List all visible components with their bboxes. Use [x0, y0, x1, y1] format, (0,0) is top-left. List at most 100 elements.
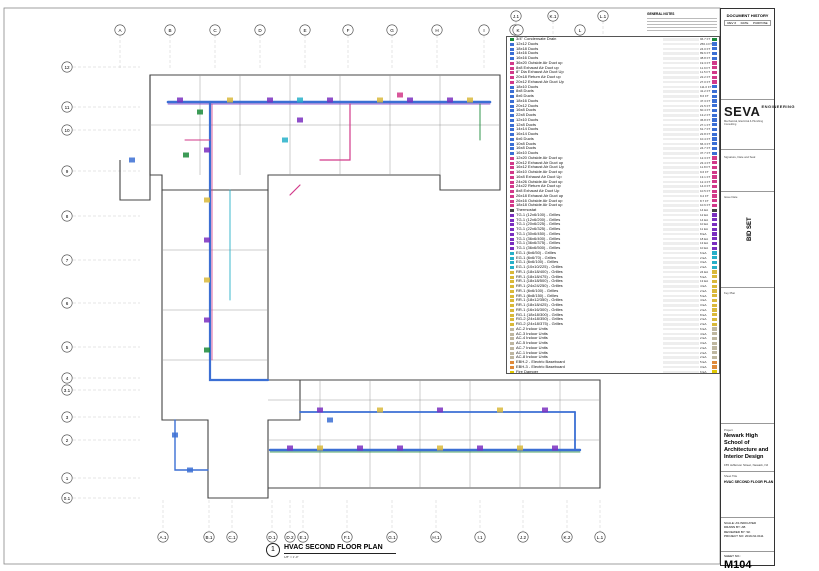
- grid-top-label: K.1: [550, 14, 557, 19]
- company-logo: SEVAENGINEERING: [724, 104, 795, 119]
- hvac-device-marker: [267, 97, 273, 103]
- grid-top-label: G: [390, 28, 394, 33]
- grid-row-label: 7: [66, 258, 69, 263]
- legend-swatch: [510, 308, 514, 312]
- hvac-device-marker: [477, 445, 483, 451]
- project-label: Project: [724, 428, 733, 432]
- hvac-device-marker: [377, 97, 383, 103]
- legend-swatch: [510, 61, 514, 65]
- project-address: 155 Jefferson Street, Newark, NJ: [724, 463, 769, 467]
- legend-swatch: [510, 280, 514, 284]
- grid-row-label: 3.1: [64, 388, 71, 393]
- grid-bottom-label: B.1: [206, 535, 213, 540]
- sheet-title: HVAC SECOND FLOOR PLAN: [724, 480, 774, 484]
- legend-swatch: [510, 337, 514, 341]
- hvac-device-marker: [552, 445, 558, 451]
- hvac-device-marker: [397, 445, 403, 451]
- grid-top-label: I: [483, 28, 484, 33]
- legend-swatch: [510, 318, 514, 322]
- legend-swatch: [510, 199, 514, 203]
- legend-swatch: [510, 171, 514, 174]
- issue-date-label: Issue Date: [724, 195, 738, 199]
- quantity-legend: 3/4" Condensate Drain 96.7 FT 12x12 Ducts 2…: [506, 36, 720, 374]
- hvac-device-marker: [197, 109, 203, 115]
- legend-swatch: [510, 356, 514, 360]
- hvac-device-marker: [204, 147, 210, 153]
- sheet-meta: SCALE: AS INDICATED DRAWN BY: AB REVIEWE…: [724, 521, 764, 539]
- legend-swatch: [510, 299, 514, 303]
- legend-row: Fire Damper 6 EA: [507, 369, 719, 373]
- legend-swatch: [510, 351, 514, 355]
- hvac-device-marker: [282, 137, 288, 143]
- hvac-device-marker: [287, 445, 293, 451]
- hvac-device-marker: [497, 407, 503, 413]
- legend-swatch: [510, 247, 514, 250]
- legend-swatch: [510, 256, 514, 260]
- hvac-device-marker: [172, 432, 178, 438]
- grid-top-label: L: [579, 28, 582, 33]
- legend-swatch: [510, 99, 514, 103]
- legend-swatch: [510, 313, 514, 317]
- hvac-device-marker: [437, 445, 443, 451]
- hvac-device-marker: [447, 97, 453, 103]
- legend-swatch: [510, 251, 514, 255]
- hvac-device-marker: [327, 417, 333, 423]
- grid-row-label: 3: [66, 415, 69, 420]
- legend-swatch: [510, 194, 514, 198]
- hvac-device-marker: [357, 445, 363, 451]
- legend-swatch: [510, 275, 514, 279]
- legend-swatch: [510, 228, 514, 231]
- legend-swatch: [510, 218, 514, 222]
- legend-swatch: [510, 147, 514, 151]
- legend-swatch: [510, 204, 514, 208]
- grid-bottom-label: D.2: [286, 535, 294, 540]
- grid-row-label: 1: [66, 476, 69, 481]
- grid-row-label: 0.1: [64, 496, 71, 501]
- grid-bottom-label: L.1: [597, 535, 604, 540]
- company-tagline: Mechanical, Electrical & Plumbing Consul…: [724, 120, 764, 126]
- legend-swatch: [510, 109, 514, 113]
- legend-swatch: [510, 185, 514, 189]
- legend-swatch: [510, 323, 514, 326]
- legend-swatch: [510, 261, 514, 265]
- legend-swatch: [510, 52, 514, 56]
- legend-swatch: [510, 137, 514, 141]
- legend-swatch: [510, 213, 514, 217]
- grid-top-label: H: [435, 28, 438, 33]
- document-history-title: DOCUMENT HISTORY: [726, 13, 769, 18]
- hist-col-purpose: PURPOSE: [753, 21, 768, 25]
- grid-bottom-label: K.2: [564, 535, 571, 540]
- hvac-device-marker: [297, 117, 303, 123]
- grid-row-label: 8: [66, 214, 69, 219]
- legend-swatch: [510, 285, 514, 288]
- document-history-columns: REV # DATE PURPOSE: [724, 20, 771, 26]
- grid-top-label: E: [303, 28, 306, 33]
- legend-swatch: [510, 237, 514, 241]
- legend-swatch: [510, 365, 514, 369]
- grid-top-label: J.1: [513, 14, 520, 19]
- hvac-device-marker: [297, 97, 303, 103]
- grid-top-label: F: [347, 28, 350, 33]
- grid-row-label: 6: [66, 301, 69, 306]
- legend-swatch: [510, 57, 514, 60]
- legend-swatch: [510, 332, 514, 336]
- hvac-device-marker: [204, 237, 210, 243]
- plan-title: HVAC SECOND FLOOR PLAN: [284, 544, 383, 551]
- grid-row-label: 5: [66, 345, 69, 350]
- hvac-devices: [129, 92, 558, 473]
- legend-swatch: [510, 190, 514, 193]
- hvac-device-marker: [183, 152, 189, 158]
- legend-swatch: [510, 118, 514, 122]
- plan-number-bubble: 1: [266, 543, 280, 557]
- project-number-line: PROJECT NO: 2019-NJ-0111: [724, 534, 764, 539]
- hvac-device-marker: [517, 445, 523, 451]
- grid-bottom-label: C.1: [228, 535, 236, 540]
- legend-swatch: [510, 209, 514, 212]
- hist-col-date: DATE: [740, 21, 749, 25]
- legend-swatch: [510, 242, 514, 246]
- hvac-device-marker: [204, 197, 210, 203]
- legend-swatch: [510, 95, 514, 98]
- grid-bottom-label: J.2: [520, 535, 527, 540]
- legend-swatch: [510, 80, 514, 84]
- grid-bottom-label: I.1: [477, 535, 483, 540]
